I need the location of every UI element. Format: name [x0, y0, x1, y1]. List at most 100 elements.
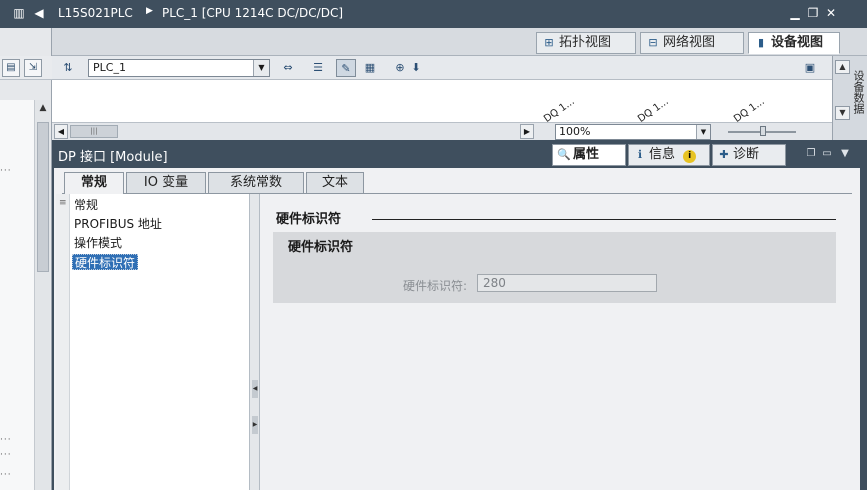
- device-data-panel: ▲ ▼ 设备数据: [832, 56, 867, 140]
- panel-toggle-icon[interactable]: ▣: [800, 59, 820, 77]
- device-canvas[interactable]: DQ 1... DQ 1... DQ 1...: [52, 80, 832, 122]
- grip-icon: ≡: [59, 198, 67, 208]
- name-display-icon[interactable]: ☰: [308, 59, 328, 77]
- collapse-icon[interactable]: ▼: [838, 147, 852, 161]
- tab-label: 网络视图: [663, 35, 716, 50]
- chevron-down-icon[interactable]: ▼: [696, 125, 710, 139]
- tree-item-truncated[interactable]: ···: [0, 450, 12, 460]
- editor-title-bar: L15S021PLC ▶ PLC_1 [CPU 1214C DC/DC/DC] …: [52, 0, 867, 28]
- project-tree-scrollbar[interactable]: ▲: [34, 100, 50, 490]
- tab-label: 设备视图: [771, 35, 824, 50]
- scroll-up-icon[interactable]: ▲: [37, 103, 49, 117]
- tree-item-truncated[interactable]: ···: [0, 166, 12, 176]
- inspector-subtabs: 常规 IO 变量 系统常数 文本: [62, 172, 852, 195]
- tab-label: 信息: [649, 147, 676, 162]
- slot-label: DQ 1...: [636, 96, 671, 122]
- scroll-thumb[interactable]: [37, 122, 49, 272]
- property-nav-tree: ≡ 常规 PROFIBUS 地址 操作模式 硬件标识符: [56, 194, 250, 490]
- slot-label: DQ 1...: [542, 96, 577, 122]
- group-title: 硬件标识符: [288, 240, 354, 255]
- nav-item-operating-mode[interactable]: 操作模式: [72, 235, 124, 251]
- inspector-body: 常规 IO 变量 系统常数 文本 ≡ 常规 PROFIBUS 地址 操作模式 硬…: [52, 168, 860, 490]
- show-modules-icon[interactable]: ⇔: [278, 59, 298, 77]
- info-icon: ℹ: [637, 148, 643, 161]
- hardware-id-field: 280: [477, 274, 657, 292]
- tab-diagnostics[interactable]: ✚ 诊断: [712, 144, 786, 166]
- restore-icon[interactable]: ❐: [806, 6, 820, 20]
- zoom-selector[interactable]: 100% ▼: [555, 124, 711, 140]
- collapse-left-icon[interactable]: ◀: [252, 380, 258, 398]
- subtab-system-constants[interactable]: 系统常数: [208, 172, 304, 194]
- grid-icon[interactable]: ▦: [360, 59, 380, 77]
- diagnostics-icon: ✚: [719, 148, 729, 161]
- network-icon: ⊟: [648, 36, 658, 49]
- tree-item-truncated[interactable]: ···: [0, 470, 12, 480]
- zoom-value: 100%: [559, 125, 591, 138]
- device-data-tab[interactable]: 设备数据: [851, 70, 866, 114]
- page-break-icon[interactable]: ✎: [336, 59, 356, 77]
- add-device-icon[interactable]: ⇲: [24, 59, 42, 77]
- chevron-down-icon[interactable]: ▼: [253, 60, 269, 76]
- nav-item-profibus-address[interactable]: PROFIBUS 地址: [72, 216, 164, 232]
- collapse-left-icon[interactable]: ◀: [32, 6, 46, 20]
- device-view-toolbar: ⇅ PLC_1 ▼ ⇔ ☰ ✎ ▦ ⊕ ⬇ ▣: [52, 56, 832, 80]
- tab-label: 属性: [573, 147, 600, 162]
- device-overview-icon[interactable]: ⇅: [58, 59, 78, 77]
- view-tabs: ⊞ 拓扑视图 ⊟ 网络视图 ▮ 设备视图: [52, 28, 867, 56]
- scroll-down-icon[interactable]: ▼: [835, 106, 850, 120]
- nav-splitter[interactable]: ◀ ▶: [250, 194, 260, 490]
- project-tree-list: ··· ··· ··· ···: [0, 100, 34, 490]
- tab-device-view[interactable]: ▮ 设备视图: [748, 32, 840, 54]
- topology-icon: ⊞: [544, 36, 554, 49]
- nav-item-general[interactable]: 常规: [72, 197, 100, 213]
- device-selector[interactable]: PLC_1 ▼: [88, 59, 270, 77]
- scroll-up-icon[interactable]: ▲: [835, 60, 850, 74]
- project-tree-toolbar: ▤ ⇲: [0, 56, 52, 80]
- subtab-texts[interactable]: 文本: [306, 172, 364, 194]
- section-heading: 硬件标识符: [276, 212, 342, 227]
- inspector-right-edge: [860, 168, 867, 490]
- tab-info[interactable]: ℹ 信息 i: [628, 144, 710, 166]
- project-tree-header: ▥ ◀: [0, 0, 52, 28]
- zoom-slider-knob[interactable]: [760, 126, 766, 136]
- subtab-io-tags[interactable]: IO 变量: [126, 172, 206, 194]
- maximize-icon[interactable]: ▭: [820, 147, 834, 161]
- project-tree-panel: ▥ ◀ ▤ ⇲ ··· ··· ··· ··· ▲: [0, 0, 52, 490]
- subtab-general[interactable]: 常规: [64, 172, 124, 195]
- info-badge-icon: i: [683, 150, 697, 163]
- zoom-dropdown-icon[interactable]: ⬇: [406, 59, 426, 77]
- nav-item-hardware-identifier[interactable]: 硬件标识符: [72, 254, 139, 270]
- scroll-thumb[interactable]: |||: [70, 125, 118, 138]
- scroll-left-icon[interactable]: ◀: [54, 124, 68, 139]
- tab-label: 诊断: [733, 147, 760, 162]
- device-icon: ▮: [757, 36, 765, 49]
- inspector-header: DP 接口 [Module] 🔍 属性 ℹ 信息 i ✚ 诊断 ❐ ▭ ▼: [52, 140, 867, 168]
- float-window-icon[interactable]: ❐: [804, 147, 818, 161]
- inspector-title: DP 接口 [Module]: [58, 150, 168, 165]
- scroll-right-icon[interactable]: ▶: [520, 124, 534, 139]
- hardware-id-group: 硬件标识符 硬件标识符: 280: [273, 232, 836, 303]
- tab-network-view[interactable]: ⊟ 网络视图: [640, 32, 744, 54]
- slot-label: DQ 1...: [732, 96, 767, 122]
- section-divider: [372, 219, 836, 220]
- tree-item-truncated[interactable]: ···: [0, 435, 12, 445]
- breadcrumb-device[interactable]: PLC_1 [CPU 1214C DC/DC/DC]: [162, 6, 343, 20]
- tab-properties[interactable]: 🔍 属性: [552, 144, 626, 166]
- minimize-icon[interactable]: ▁: [788, 6, 802, 20]
- hardware-id-label: 硬件标识符:: [403, 279, 468, 293]
- device-selector-value: PLC_1: [93, 61, 126, 74]
- horizontal-scrollbar[interactable]: ◀ ||| ▶: [54, 124, 534, 139]
- nav-gutter: ≡: [56, 194, 70, 490]
- list-view-icon[interactable]: ▤: [2, 59, 20, 77]
- tab-topology-view[interactable]: ⊞ 拓扑视图: [536, 32, 636, 54]
- breadcrumb-project[interactable]: L15S021PLC: [58, 6, 133, 20]
- breadcrumb-separator-icon: ▶: [146, 6, 153, 16]
- close-icon[interactable]: ✕: [824, 6, 838, 20]
- property-content: 硬件标识符 硬件标识符 硬件标识符: 280: [262, 194, 860, 490]
- split-view-icon[interactable]: ▥: [12, 6, 26, 20]
- zoom-slider[interactable]: [728, 126, 796, 136]
- canvas-status-bar: ◀ ||| ▶ 100% ▼: [52, 122, 832, 140]
- properties-icon: 🔍: [557, 148, 571, 161]
- tab-label: 拓扑视图: [559, 35, 612, 50]
- expand-right-icon[interactable]: ▶: [252, 416, 258, 434]
